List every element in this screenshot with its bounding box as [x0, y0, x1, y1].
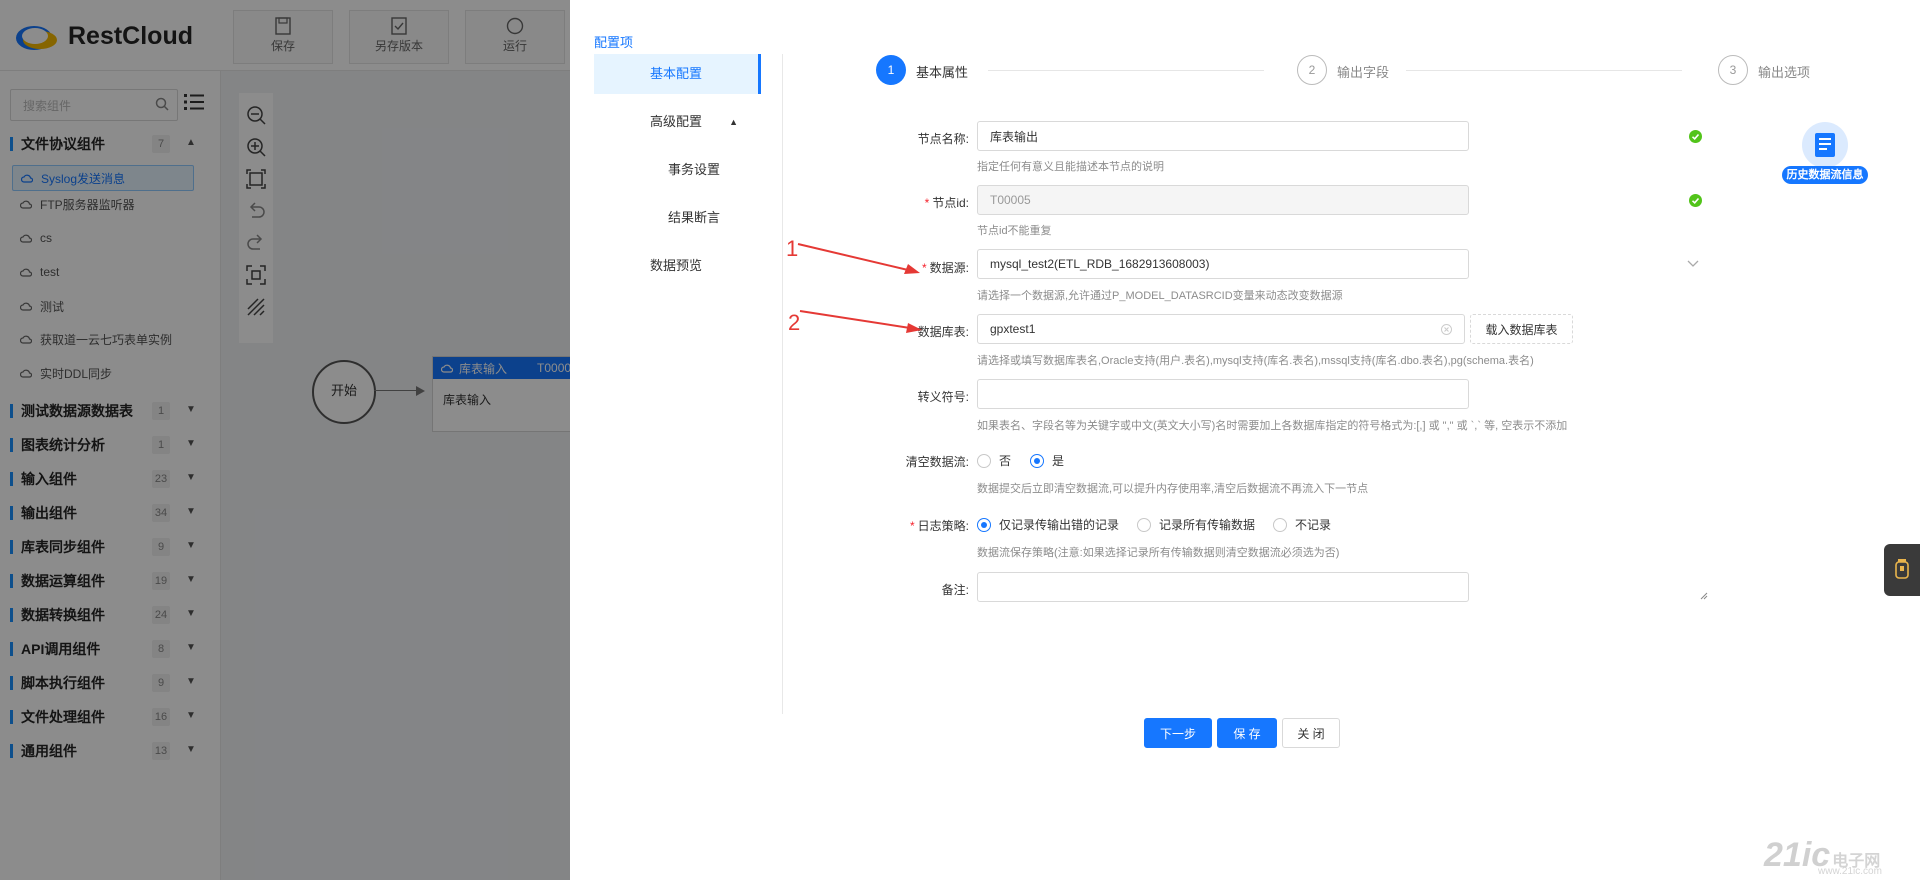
- nav-advanced-label: 高级配置: [649, 114, 702, 129]
- history-dataflow-widget[interactable]: 历史数据流信息: [1782, 122, 1868, 190]
- radio-dot: [1137, 517, 1151, 532]
- chevron-down-icon: [1687, 260, 1699, 267]
- datasource-help: 请选择一个数据源,允许通过P_MODEL_DATASRCID变量来动态改变数据源: [977, 290, 1343, 302]
- radio-dot: [977, 517, 991, 532]
- datasource-select[interactable]: mysql_test2(ETL_RDB_1682913608003): [977, 249, 1469, 279]
- resize-handle-icon[interactable]: [1700, 592, 1708, 600]
- annotation-arrow-2: [799, 310, 922, 333]
- side-float-tab[interactable]: [1884, 544, 1920, 596]
- step-3-label: 输出选项: [1758, 65, 1811, 80]
- document-list-icon: [1815, 133, 1835, 157]
- log-policy-label: * 日志策略:: [809, 517, 969, 534]
- next-step-button[interactable]: 下一步: [1144, 718, 1212, 748]
- radio-label: 记录所有传输数据: [1159, 518, 1256, 532]
- node-name-label: 节点名称:: [917, 132, 969, 146]
- radio-dot: [1030, 453, 1044, 468]
- load-tables-button[interactable]: 载入数据库表: [1470, 314, 1573, 344]
- nav-data-preview[interactable]: 数据预览: [594, 246, 758, 286]
- annotation-arrow-1: [797, 243, 920, 274]
- radio-label: 否: [999, 454, 1012, 468]
- radio-dot: [977, 453, 991, 468]
- step-connector: [1406, 70, 1682, 71]
- drawer-title: 配置项: [594, 35, 634, 50]
- clear-stream-help: 数据提交后立即清空数据流,可以提升内存使用率,清空后数据流不再流入下一节点: [977, 483, 1369, 495]
- escape-label: 转义符号:: [917, 390, 969, 404]
- table-help: 请选择或填写数据库表名,Oracle支持(用户.表名),mysql支持(库名.表…: [977, 355, 1534, 367]
- remark-textarea[interactable]: [977, 572, 1469, 602]
- log-policy-label-text: 日志策略:: [917, 519, 969, 533]
- radio-label: 仅记录传输出错的记录: [999, 518, 1120, 532]
- modal-overlay[interactable]: [0, 0, 570, 880]
- designer-app: RestCloud 保存 另存版本 运行 文件协议组件 7 ▲: [0, 0, 570, 880]
- chevron-up-icon: ▲: [729, 117, 738, 127]
- close-button[interactable]: 关 闭: [1282, 718, 1340, 748]
- step-3-circle: 3: [1718, 55, 1748, 85]
- valid-check-icon: [1689, 194, 1702, 207]
- datasource-label-text: 数据源:: [929, 261, 969, 275]
- escape-help: 如果表名、字段名等为关键字或中文(英文大小写)名时需要加上各数据库指定的符号格式…: [977, 420, 1568, 432]
- required-mark: *: [909, 519, 915, 533]
- node-id-help: 节点id不能重复: [977, 225, 1052, 237]
- clear-stream-no-radio[interactable]: 否: [977, 452, 1011, 469]
- radio-label: 是: [1052, 454, 1065, 468]
- log-policy-help: 数据流保存策略(注意:如果选择记录所有传输数据则清空数据流必须选为否): [977, 547, 1340, 559]
- cup-icon: [1895, 559, 1909, 579]
- step-1-label: 基本属性: [916, 65, 969, 80]
- step-connector: [988, 70, 1264, 71]
- datasource-value: mysql_test2(ETL_RDB_1682913608003): [990, 257, 1210, 271]
- node-name-input[interactable]: [977, 121, 1469, 151]
- clear-stream-yes-radio[interactable]: 是: [1030, 452, 1064, 469]
- nav-result-assertion[interactable]: 结果断言: [594, 198, 758, 238]
- watermark-url: www.21ic.com: [1818, 866, 1882, 877]
- log-errors-only-radio[interactable]: 仅记录传输出错的记录: [977, 516, 1119, 533]
- clear-stream-label: 清空数据流:: [905, 455, 969, 469]
- step-1-circle: 1: [876, 55, 906, 85]
- log-none-radio[interactable]: 不记录: [1273, 516, 1331, 533]
- remark-label: 备注:: [941, 583, 969, 597]
- save-button[interactable]: 保 存: [1217, 718, 1277, 748]
- nav-basic-config[interactable]: 基本配置: [594, 54, 761, 94]
- nav-transaction-settings[interactable]: 事务设置: [594, 150, 758, 190]
- node-id-label-text: 节点id:: [932, 196, 969, 210]
- node-id-label: * 节点id:: [809, 194, 969, 211]
- radio-label: 不记录: [1295, 518, 1332, 532]
- valid-check-icon: [1689, 130, 1702, 143]
- nav-advanced-config[interactable]: 高级配置 ▲: [594, 102, 758, 142]
- config-nav: 基本配置 高级配置 ▲ 事务设置 结果断言 数据预览: [594, 54, 783, 714]
- watermark: 21ic 电子网 www.21ic.com: [1764, 836, 1882, 877]
- required-mark: *: [924, 196, 930, 210]
- node-name-help: 指定任何有意义且能描述本节点的说明: [977, 161, 1164, 173]
- escape-input[interactable]: [977, 379, 1469, 409]
- log-all-radio[interactable]: 记录所有传输数据: [1137, 516, 1255, 533]
- table-input[interactable]: [977, 314, 1465, 344]
- step-2-label: 输出字段: [1337, 65, 1390, 80]
- radio-dot: [1273, 517, 1287, 532]
- step-2-circle: 2: [1297, 55, 1327, 85]
- node-id-input: [977, 185, 1469, 215]
- history-widget-label: 历史数据流信息: [1782, 166, 1868, 184]
- clear-icon[interactable]: [1441, 324, 1452, 335]
